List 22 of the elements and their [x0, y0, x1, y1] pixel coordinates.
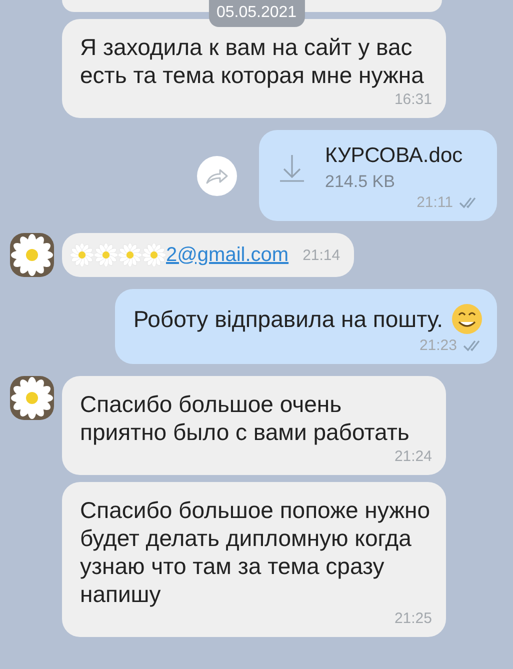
daisy-icon	[94, 243, 118, 267]
message-text: Роботу відправила на пошту.	[133, 305, 443, 333]
daisy-icon	[70, 243, 94, 267]
message-time: 21:11	[416, 194, 453, 211]
message-time: 21:25	[394, 610, 432, 627]
daisy-icon	[118, 243, 142, 267]
message-text: Спасибо большое очень приятно было с вами работать	[80, 390, 410, 446]
date-label: 05.05.2021	[208, 0, 305, 27]
file-size: 214.5 KB	[325, 172, 396, 192]
message-time: 21:23	[419, 337, 457, 354]
avatar-drawing[interactable]	[10, 376, 54, 420]
message-time: 21:24	[394, 448, 432, 465]
share-arrow-icon	[205, 166, 229, 184]
message-text: Я заходила к вам на сайт у вас есть та тема которая мне нужна	[80, 33, 425, 89]
message-time: 21:14	[302, 246, 340, 264]
message-text: Спасибо большое попоже нужно будет делать дипломную когда узнаю что там за тема сразу напишу	[80, 496, 431, 608]
email-link[interactable]: 2@gmail.com	[166, 244, 289, 266]
download-icon	[278, 153, 306, 183]
file-name: КУРСОВА.doc	[325, 144, 463, 168]
daisy-icon	[142, 243, 166, 267]
avatar-drawing[interactable]	[10, 233, 54, 277]
message-time: 16:31	[394, 91, 432, 108]
